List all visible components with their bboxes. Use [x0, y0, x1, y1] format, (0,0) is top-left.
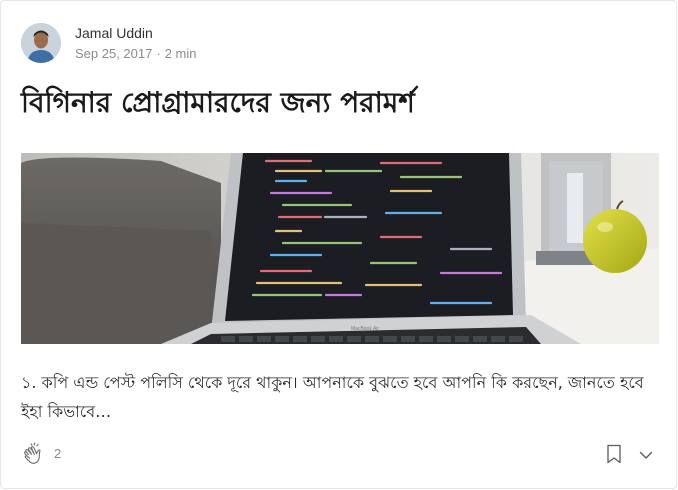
author-meta: Jamal Uddin Sep 25, 2017 · 2 min — [75, 25, 197, 61]
bookmark-icon — [606, 444, 622, 468]
post-date: Sep 25, 2017 — [75, 46, 153, 61]
post-excerpt[interactable]: ১. কপি এন্ড পেস্ট পলিসি থেকে দূরে থাকুন।… — [21, 368, 661, 426]
more-options-button[interactable] — [638, 447, 654, 461]
laptop-brand-label: MacBook Air — [351, 326, 379, 332]
post-card: Jamal Uddin Sep 25, 2017 · 2 min বিগিনার… — [0, 0, 677, 489]
read-time: 2 min — [164, 46, 197, 61]
author-row: Jamal Uddin Sep 25, 2017 · 2 min — [21, 23, 197, 63]
chevron-down-icon — [638, 447, 654, 466]
author-avatar[interactable] — [21, 23, 61, 63]
meta-separator: · — [156, 46, 161, 61]
clap-icon — [21, 442, 47, 471]
post-meta: Sep 25, 2017 · 2 min — [75, 46, 197, 61]
clap-count: 2 — [54, 446, 62, 461]
post-hero-image[interactable]: MacBook Air — [21, 153, 659, 344]
post-title[interactable]: বিগিনার প্রোগ্রামারদের জন্য পরামর্শ — [21, 81, 661, 125]
bookmark-button[interactable] — [606, 444, 622, 464]
post-actions: 2 — [21, 441, 656, 469]
author-name[interactable]: Jamal Uddin — [75, 25, 197, 41]
clap-button[interactable] — [21, 441, 47, 467]
